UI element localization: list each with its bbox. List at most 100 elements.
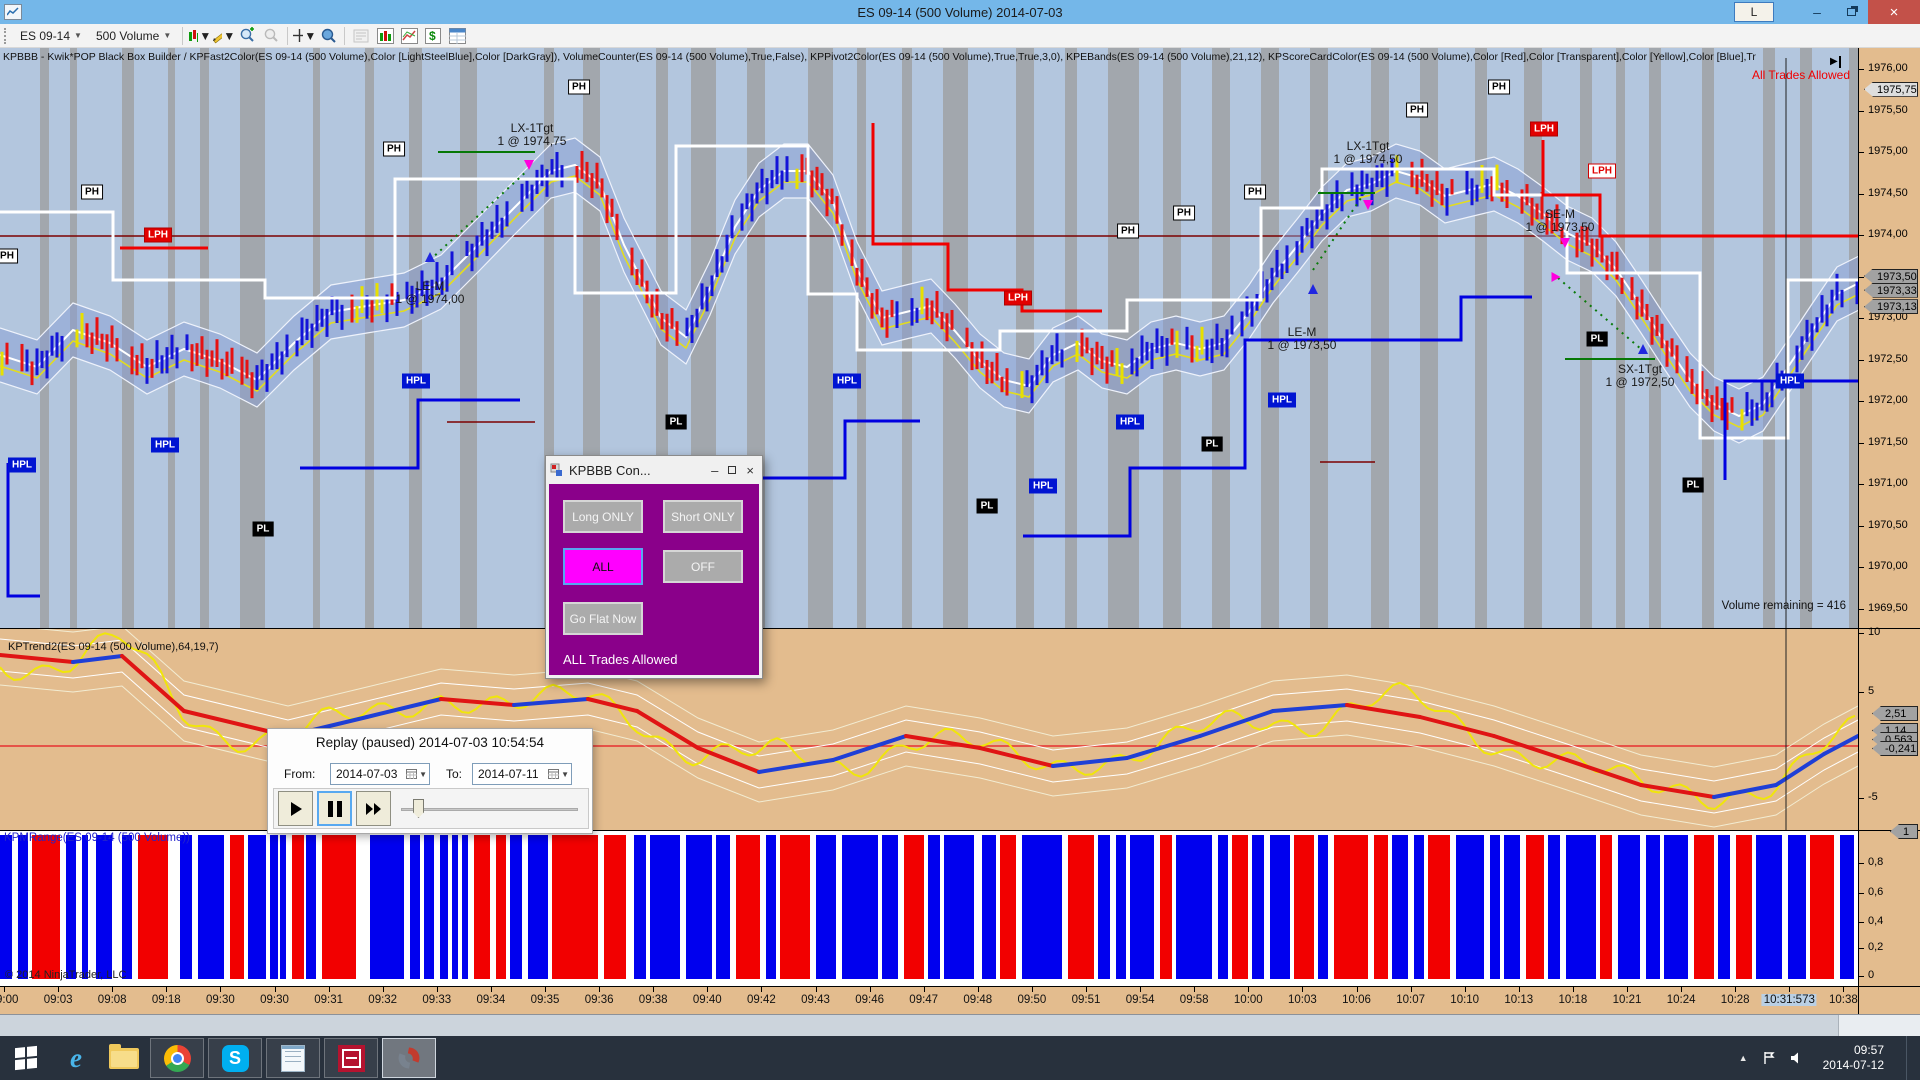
internet-explorer-icon: e xyxy=(70,1043,82,1074)
axis-tick xyxy=(1859,922,1864,923)
axis-tick-label: 1970,50 xyxy=(1868,519,1908,531)
time-label: 09:48 xyxy=(963,994,992,1006)
fast-forward-button[interactable] xyxy=(356,791,391,826)
swing-label-ph: PH xyxy=(1488,80,1510,95)
calendar-dropdown-icon[interactable]: ▼ xyxy=(548,769,569,779)
short-only-button[interactable]: Short ONLY xyxy=(663,500,743,533)
dialog-maximize-icon[interactable] xyxy=(728,466,736,474)
swing-label-ph: PH xyxy=(0,249,18,264)
chevron-down-icon: ▼ xyxy=(163,31,171,40)
kpmrange-canvas xyxy=(0,831,1858,986)
price-marker-tag: 1973,13 xyxy=(1864,299,1918,314)
from-date-input[interactable]: 2014-07-03 ▼ xyxy=(330,763,430,785)
time-tick xyxy=(1411,987,1412,992)
slider-thumb[interactable] xyxy=(413,799,424,818)
interval-dropdown[interactable]: 500 Volume▼ xyxy=(89,27,178,45)
time-label: 10:28 xyxy=(1721,994,1750,1006)
time-tick xyxy=(1086,987,1087,992)
time-tick xyxy=(491,987,492,992)
chart-plot[interactable]: KPBBB - Kwik*POP Black Box Builder / KPF… xyxy=(0,48,1858,1014)
taskbar-item-skype[interactable]: S xyxy=(208,1038,262,1078)
taskbar-item-news-app[interactable] xyxy=(324,1038,378,1078)
kpbbb-control-dialog[interactable]: KPBBB Con... – × Long ONLY Short ONLY AL… xyxy=(545,455,763,679)
time-axis[interactable]: 09:0009:0309:0809:1809:3009:3009:3109:32… xyxy=(0,986,1858,1014)
taskbar-item-chrome[interactable] xyxy=(150,1038,204,1078)
dialog-titlebar[interactable]: KPBBB Con... – × xyxy=(546,456,762,484)
swing-label-pl: PL xyxy=(666,415,687,430)
swing-label-ph: PH xyxy=(81,185,103,200)
account-data-button[interactable]: $ xyxy=(421,25,445,46)
time-label: 09:38 xyxy=(639,994,668,1006)
close-button[interactable]: × xyxy=(1868,0,1920,24)
volume-icon[interactable] xyxy=(1790,1051,1805,1065)
restore-button[interactable] xyxy=(1834,1,1868,23)
go-flat-now-button[interactable]: Go Flat Now xyxy=(563,602,643,635)
desktop: ES 09-14 (500 Volume) 2014-07-03 L – × E… xyxy=(0,0,1920,1080)
time-tick xyxy=(599,987,600,992)
instrument-dropdown[interactable]: ES 09-14▼ xyxy=(13,27,89,45)
swing-label-ph: PH xyxy=(1173,206,1195,221)
axis-tick-label: 1975,50 xyxy=(1868,104,1908,116)
data-box-button[interactable] xyxy=(316,25,340,46)
time-tick xyxy=(1681,987,1682,992)
axis-tick xyxy=(1859,69,1864,70)
dialog-minimize-icon[interactable]: – xyxy=(711,463,718,478)
link-button[interactable]: L xyxy=(1734,2,1774,22)
action-center-flag-icon[interactable] xyxy=(1762,1051,1776,1065)
axis-tick-label: 5 xyxy=(1868,685,1874,697)
calendar-dropdown-icon[interactable]: ▼ xyxy=(406,769,427,779)
axis-tick-label: -5 xyxy=(1868,791,1878,803)
drawing-tools-button[interactable]: ▼ xyxy=(211,25,235,46)
axis-tick-label: 0,6 xyxy=(1868,886,1883,898)
price-marker-tag: 1973,50 xyxy=(1864,269,1918,284)
zoom-out-button[interactable] xyxy=(259,25,283,46)
output-window-button[interactable] xyxy=(349,25,373,46)
swing-label-hpl: HPL xyxy=(8,458,36,473)
play-button[interactable] xyxy=(278,791,313,826)
dialog-title: KPBBB Con... xyxy=(569,463,651,478)
axis-tick-label: 0 xyxy=(1868,969,1874,981)
swing-label-hpl: HPL xyxy=(833,374,861,389)
replay-panel[interactable]: Replay (paused) 2014-07-03 10:54:54 From… xyxy=(267,728,593,834)
crosshair-button[interactable]: ▼ xyxy=(292,25,316,46)
dialog-close-icon[interactable]: × xyxy=(746,463,754,478)
toolbar-grip[interactable] xyxy=(4,28,9,44)
axis-panel-separator xyxy=(1859,986,1920,987)
taskbar-item-ninjatrader[interactable] xyxy=(382,1038,436,1078)
pause-button[interactable] xyxy=(317,791,352,826)
price-panel[interactable]: KPBBB - Kwik*POP Black Box Builder / KPF… xyxy=(0,48,1858,628)
time-tick xyxy=(870,987,871,992)
chart-window-button[interactable] xyxy=(397,25,421,46)
minimize-button[interactable]: – xyxy=(1800,1,1834,23)
taskbar-item-ie[interactable]: e xyxy=(52,1036,100,1080)
go-to-last-bar-icon[interactable]: ▶ xyxy=(1830,56,1841,68)
taskbar-clock[interactable]: 09:57 2014-07-12 xyxy=(1823,1043,1884,1073)
time-tick xyxy=(383,987,384,992)
market-analyzer-button[interactable] xyxy=(373,25,397,46)
taskbar-item-notepad[interactable] xyxy=(266,1038,320,1078)
kpmrange-panel[interactable]: KPMRange(ES 09-14 (500 Volume)) © 2014 N… xyxy=(0,830,1858,986)
tray-expand-icon[interactable]: ▲ xyxy=(1739,1053,1748,1063)
axis-tick xyxy=(1859,111,1864,112)
chart-style-button[interactable]: ▼ xyxy=(187,25,211,46)
taskbar-item-explorer[interactable] xyxy=(100,1036,148,1080)
off-button[interactable]: OFF xyxy=(663,550,743,583)
swing-label-hpl: HPL xyxy=(151,438,179,453)
trade-annotation: SE-M1 @ 1973,50 xyxy=(1526,208,1595,234)
window-titlebar[interactable]: ES 09-14 (500 Volume) 2014-07-03 L – × xyxy=(0,0,1920,24)
time-tick xyxy=(58,987,59,992)
all-button[interactable]: ALL xyxy=(563,548,643,585)
replay-speed-slider[interactable] xyxy=(401,791,578,826)
zoom-in-button[interactable] xyxy=(235,25,259,46)
trade-annotation: LE-M1 @ 1973,50 xyxy=(1268,326,1337,352)
to-date-input[interactable]: 2014-07-11 ▼ xyxy=(472,763,572,785)
grid-window-button[interactable] xyxy=(445,25,469,46)
time-label: 09:30 xyxy=(206,994,235,1006)
start-button[interactable] xyxy=(0,1036,52,1080)
time-tick xyxy=(1519,987,1520,992)
price-axis[interactable]: 1976,001975,501975,001974,501974,001973,… xyxy=(1858,48,1920,1014)
skype-icon: S xyxy=(222,1045,249,1072)
show-desktop-button[interactable] xyxy=(1906,1036,1914,1080)
long-arrow-icon xyxy=(1308,284,1318,294)
long-only-button[interactable]: Long ONLY xyxy=(563,500,643,533)
